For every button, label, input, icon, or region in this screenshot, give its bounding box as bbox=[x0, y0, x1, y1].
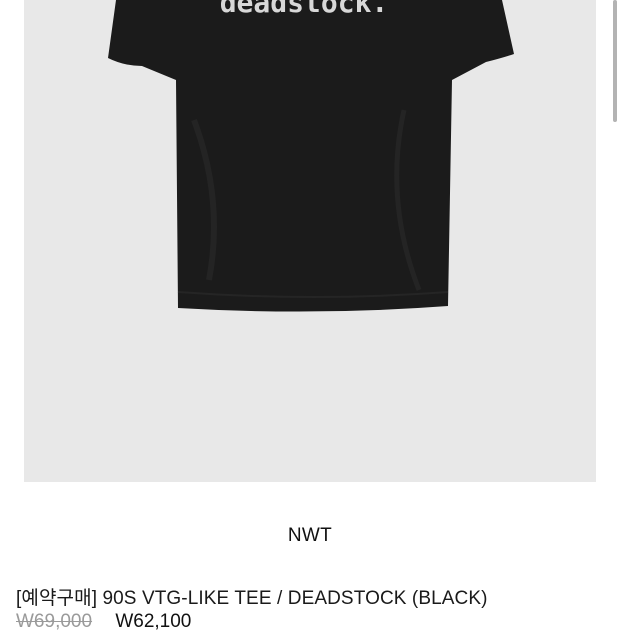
product-title[interactable]: [예약구매] 90S VTG-LIKE TEE / DEADSTOCK (BLA… bbox=[16, 583, 488, 610]
brand-name[interactable]: NWT bbox=[0, 525, 620, 547]
original-price: W69,000 bbox=[16, 611, 93, 632]
tshirt-illustration: deadstock. bbox=[108, 0, 514, 312]
scrollbar[interactable] bbox=[613, 0, 617, 122]
product-image[interactable]: deadstock. bbox=[24, 0, 596, 482]
price-row: W69,000 W62,100 bbox=[16, 611, 191, 633]
tshirt-body bbox=[108, 0, 514, 312]
sale-price: W62,100 bbox=[115, 611, 192, 632]
print-text: deadstock. bbox=[220, 0, 389, 19]
